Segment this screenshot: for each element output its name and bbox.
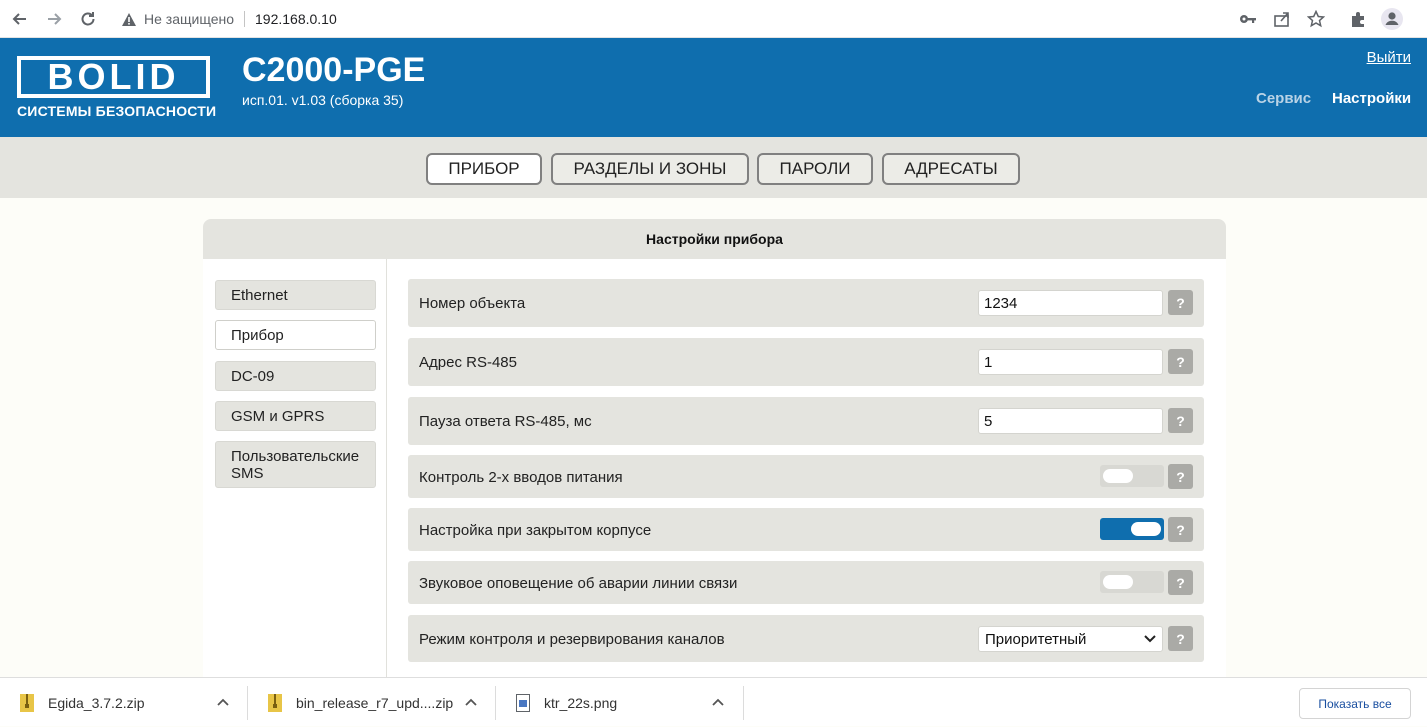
star-icon[interactable] [1305,8,1327,30]
help-button[interactable]: ? [1168,290,1193,315]
address-bar[interactable]: Не защищено 192.168.0.10 [112,5,1227,33]
download-divider [495,686,496,720]
settings-link[interactable]: Настройки [1332,90,1411,107]
sidebar-item-dc09[interactable]: DC-09 [215,361,376,391]
setting-label: Настройка при закрытом корпусе [419,522,652,539]
warning-icon[interactable] [120,10,138,28]
zip-file-icon [20,693,34,712]
key-icon[interactable] [1237,8,1259,30]
setting-label: Номер объекта [419,295,526,312]
help-button[interactable]: ? [1168,408,1193,433]
download-filename: Egida_3.7.2.zip [48,694,145,711]
dual-power-toggle[interactable] [1100,465,1164,487]
download-divider [247,686,248,720]
toggle-knob [1103,575,1133,589]
bolid-logo: BOLID СИСТЕМЫ БЕЗОПАСНОСТИ [17,56,217,124]
sidebar-item-ethernet[interactable]: Ethernet [215,280,376,310]
sidebar-item-user-sms[interactable]: Пользовательские SMS [215,441,376,488]
url-text: 192.168.0.10 [255,11,337,27]
setting-label: Пауза ответа RS-485, мс [419,413,592,430]
setting-row-dual-power: Контроль 2-х вводов питания ? [408,455,1204,498]
select-value: Приоритетный [985,630,1087,648]
channel-mode-select[interactable]: Приоритетный [978,626,1163,652]
sound-alert-toggle[interactable] [1100,571,1164,593]
setting-label: Режим контроля и резервирования каналов [419,631,725,648]
help-button[interactable]: ? [1168,626,1193,651]
forward-icon[interactable] [43,8,65,30]
logo-text: BOLID [47,56,180,97]
download-filename: ktr_22s.png [544,694,618,711]
download-filename: bin_release_r7_upd....zip [296,694,454,711]
chevron-up-icon[interactable] [215,695,231,711]
logo-subtitle: СИСТЕМЫ БЕЗОПАСНОСТИ [17,103,217,119]
sidebar-item-gsm-gprs[interactable]: GSM и GPRS [215,401,376,431]
chevron-up-icon[interactable] [463,695,479,711]
toggle-knob [1103,469,1133,483]
toggle-knob [1131,522,1161,536]
object-number-input[interactable]: 1234 [978,290,1163,316]
tab-recipients[interactable]: АДРЕСАТЫ [882,153,1020,185]
service-link[interactable]: Сервис [1256,90,1311,107]
show-all-downloads-button[interactable]: Показать все [1299,688,1411,719]
settings-panel: Настройки прибора Ethernet Прибор DC-09 … [203,219,1226,689]
sidebar-item-device[interactable]: Прибор [215,320,376,350]
help-button[interactable]: ? [1168,464,1193,489]
device-title: С2000-PGE [242,51,426,89]
setting-row-channel-mode: Режим контроля и резервирования каналов … [408,615,1204,662]
zip-file-icon [268,693,282,712]
app-header: BOLID СИСТЕМЫ БЕЗОПАСНОСТИ С2000-PGE исп… [0,38,1427,137]
download-item[interactable]: Egida_3.7.2.zip [20,678,145,727]
closed-case-toggle[interactable] [1100,518,1164,540]
chevron-down-icon [1144,635,1156,643]
panel-title: Настройки прибора [203,219,1226,259]
setting-label: Звуковое оповещение об аварии линии связ… [419,575,738,592]
help-button[interactable]: ? [1168,517,1193,542]
download-item[interactable]: ktr_22s.png [516,678,617,727]
rs485-pause-input[interactable]: 5 [978,408,1163,434]
security-status: Не защищено [144,11,234,27]
logo-frame: BOLID [17,56,210,98]
help-button[interactable]: ? [1168,570,1193,595]
downloads-bar: Egida_3.7.2.zip bin_release_r7_upd....zi… [0,677,1427,726]
tab-passwords[interactable]: ПАРОЛИ [757,153,873,185]
browser-toolbar: Не защищено 192.168.0.10 [0,0,1427,38]
setting-row-object-number: Номер объекта 1234 ? [408,279,1204,327]
setting-row-rs485-pause: Пауза ответа RS-485, мс 5 ? [408,397,1204,445]
setting-label: Контроль 2-х вводов питания [419,469,623,486]
image-file-icon [516,693,530,712]
reload-icon[interactable] [77,8,99,30]
help-button[interactable]: ? [1168,349,1193,374]
share-icon[interactable] [1271,8,1293,30]
tab-device[interactable]: ПРИБОР [426,153,542,185]
main-tabs: ПРИБОР РАЗДЕЛЫ И ЗОНЫ ПАРОЛИ АДРЕСАТЫ [0,137,1427,198]
device-version: исп.01. v1.03 (сборка 35) [242,92,404,108]
sidebar-divider [386,259,387,689]
back-icon[interactable] [9,8,31,30]
setting-row-closed-case: Настройка при закрытом корпусе ? [408,508,1204,551]
tab-sections-zones[interactable]: РАЗДЕЛЫ И ЗОНЫ [551,153,749,185]
download-item[interactable]: bin_release_r7_upd....zip [268,678,453,727]
setting-row-sound-alert: Звуковое оповещение об аварии линии связ… [408,561,1204,604]
profile-icon[interactable] [1381,8,1403,30]
setting-label: Адрес RS-485 [419,354,517,371]
url-divider [244,11,245,27]
setting-row-rs485-address: Адрес RS-485 1 ? [408,338,1204,386]
download-divider [743,686,744,720]
chevron-up-icon[interactable] [710,695,726,711]
rs485-address-input[interactable]: 1 [978,349,1163,375]
extensions-icon[interactable] [1347,8,1369,30]
logout-link[interactable]: Выйти [1367,49,1411,66]
